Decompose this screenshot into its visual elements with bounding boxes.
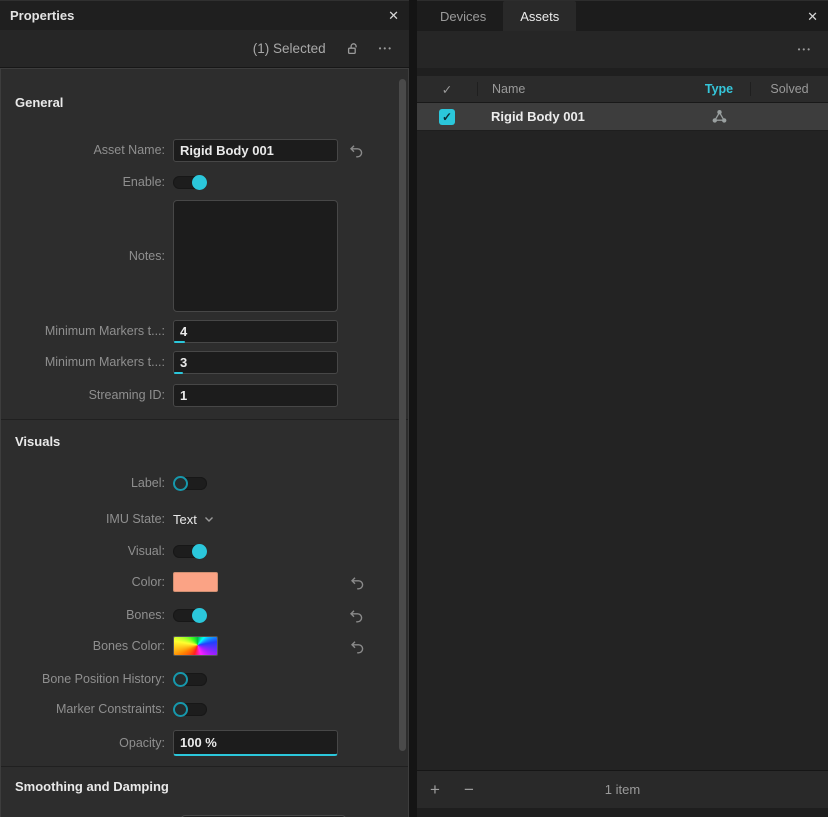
properties-subheader: (1) Selected ••• xyxy=(0,30,409,68)
table-row[interactable]: ✓ Rigid Body 001 xyxy=(417,103,828,131)
tab-devices[interactable]: Devices xyxy=(423,1,503,31)
bones-toggle[interactable] xyxy=(173,609,207,622)
tab-assets[interactable]: Assets xyxy=(503,1,576,31)
revert-icon[interactable] xyxy=(349,639,365,654)
notes-row: Notes: xyxy=(1,200,408,312)
asset-name-input[interactable] xyxy=(173,139,338,162)
assets-tabbar: Devices Assets ✕ xyxy=(417,0,828,31)
label-label: Label: xyxy=(1,476,173,490)
selection-count: (1) Selected xyxy=(253,41,326,56)
toolbar-gap xyxy=(417,68,828,76)
streaming-id-row: Streaming ID: xyxy=(1,383,408,407)
label-toggle[interactable] xyxy=(173,477,207,490)
revert-icon[interactable] xyxy=(348,143,364,158)
enable-row: Enable: xyxy=(1,172,408,192)
close-icon[interactable]: ✕ xyxy=(807,10,818,23)
marker-constraints-row: Marker Constraints: xyxy=(1,699,408,719)
properties-title: Properties xyxy=(10,8,74,23)
panel-bottom-edge xyxy=(417,808,828,817)
properties-panel: Properties ✕ (1) Selected ••• General As… xyxy=(0,0,409,817)
min-markers-boot-input[interactable] xyxy=(173,351,338,374)
bones-color-row: Bones Color: xyxy=(1,634,408,658)
opacity-row: Opacity: xyxy=(1,729,408,756)
section-divider xyxy=(1,419,408,420)
revert-icon[interactable] xyxy=(349,575,365,590)
assets-toolbar: ••• xyxy=(417,31,828,68)
streaming-id-label: Streaming ID: xyxy=(1,388,173,402)
visual-row: Visual: xyxy=(1,541,408,561)
color-swatch[interactable] xyxy=(173,572,218,592)
rigid-body-icon xyxy=(688,109,750,124)
properties-titlebar: Properties ✕ xyxy=(0,0,409,30)
imu-state-dropdown[interactable]: Text xyxy=(173,512,214,527)
bone-position-history-row: Bone Position History: xyxy=(1,669,408,689)
name-column-header[interactable]: Name xyxy=(477,82,688,96)
visual-toggle[interactable] xyxy=(173,545,207,558)
bones-color-swatch[interactable] xyxy=(173,636,218,656)
min-markers-track-row: Minimum Markers t...: xyxy=(1,319,408,343)
color-row: Color: xyxy=(1,570,408,594)
revert-icon[interactable] xyxy=(348,608,364,623)
scrollbar-thumb[interactable] xyxy=(399,79,406,751)
section-divider xyxy=(1,766,408,767)
opacity-label: Opacity: xyxy=(1,736,173,750)
section-visuals: Visuals xyxy=(15,434,408,449)
min-markers-boot-row: Minimum Markers t...: xyxy=(1,350,408,374)
check-column-header[interactable]: ✓ xyxy=(417,82,477,97)
streaming-id-input[interactable] xyxy=(173,384,338,407)
section-smoothing: Smoothing and Damping xyxy=(15,779,408,794)
assets-footer: 1 item + − xyxy=(417,770,828,808)
asset-name-row: Asset Name: xyxy=(1,138,408,162)
type-column-header[interactable]: Type xyxy=(688,82,750,96)
solved-column-header[interactable]: Solved xyxy=(750,82,828,96)
assets-panel: Devices Assets ✕ ••• ✓ Name Type Solved … xyxy=(417,0,828,817)
row-checkbox[interactable]: ✓ xyxy=(439,109,455,125)
enable-toggle[interactable] xyxy=(173,176,207,189)
visual-label: Visual: xyxy=(1,544,173,558)
label-row: Label: xyxy=(1,473,408,493)
min-markers-boot-label: Minimum Markers t...: xyxy=(1,355,173,369)
asset-row-name: Rigid Body 001 xyxy=(477,109,688,124)
bone-position-history-toggle[interactable] xyxy=(173,673,207,686)
min-markers-track-input[interactable] xyxy=(173,320,338,343)
imu-state-row: IMU State: Text xyxy=(1,509,408,529)
marker-constraints-toggle[interactable] xyxy=(173,703,207,716)
item-count: 1 item xyxy=(417,782,828,797)
properties-content: General Asset Name: Enable: Notes: xyxy=(0,68,409,817)
color-label: Color: xyxy=(1,575,173,589)
bone-position-history-label: Bone Position History: xyxy=(1,672,173,686)
imu-state-value: Text xyxy=(173,512,197,527)
marker-constraints-label: Marker Constraints: xyxy=(1,702,173,716)
assets-table-header: ✓ Name Type Solved xyxy=(417,76,828,103)
chevron-down-icon xyxy=(204,516,214,523)
close-icon[interactable]: ✕ xyxy=(388,9,399,22)
notes-textarea[interactable] xyxy=(173,200,338,312)
menu-ellipsis-icon[interactable]: ••• xyxy=(379,44,393,53)
min-markers-track-label: Minimum Markers t...: xyxy=(1,324,173,338)
notes-label: Notes: xyxy=(1,249,173,263)
imu-state-label: IMU State: xyxy=(1,512,173,526)
unlock-icon[interactable] xyxy=(346,42,359,56)
bones-row: Bones: xyxy=(1,605,408,625)
section-general: General xyxy=(15,95,408,110)
menu-ellipsis-icon[interactable]: ••• xyxy=(798,45,812,54)
opacity-input[interactable] xyxy=(173,730,338,756)
enable-label: Enable: xyxy=(1,175,173,189)
asset-name-label: Asset Name: xyxy=(1,143,173,157)
bones-label: Bones: xyxy=(1,608,173,622)
bones-color-label: Bones Color: xyxy=(1,639,173,653)
